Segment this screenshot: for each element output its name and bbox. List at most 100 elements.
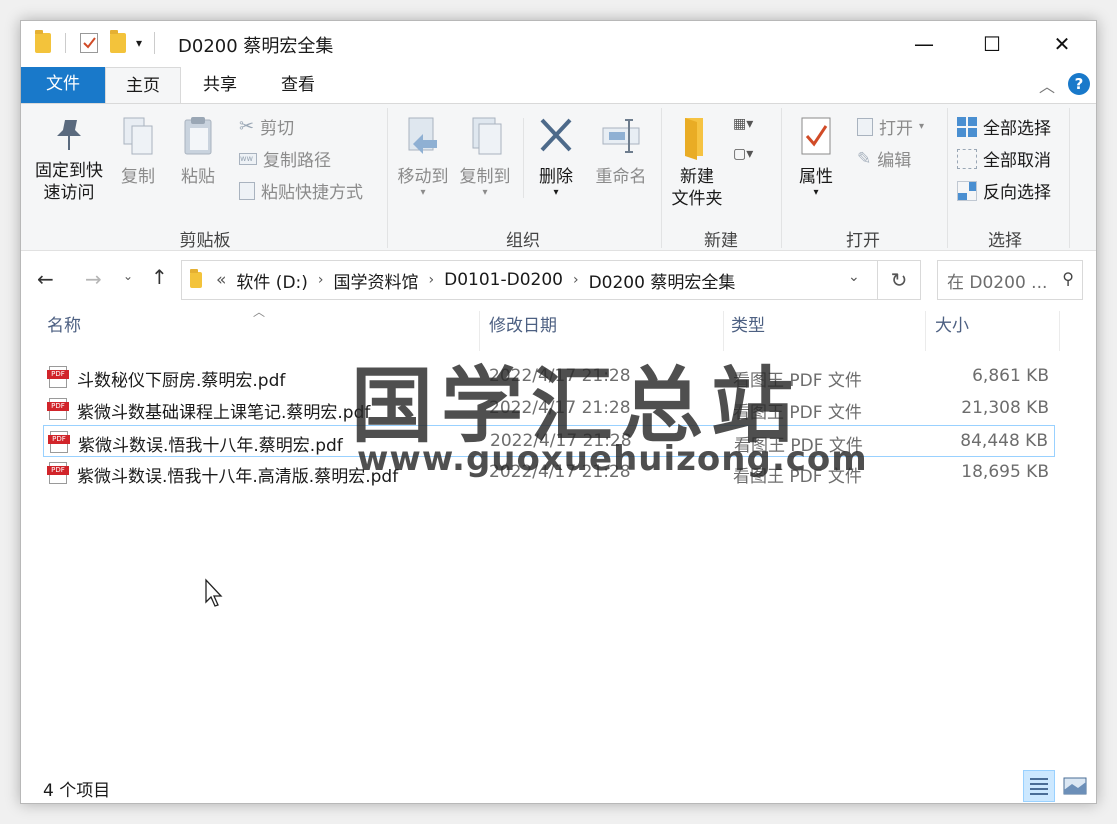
select-all-label: 全部选择	[983, 119, 1051, 139]
status-item-count: 4 个项目	[43, 781, 111, 801]
mouse-cursor-icon	[205, 578, 223, 607]
delete-x-icon	[540, 118, 572, 152]
pin-quick-access-button[interactable]: 固定到快 速访问	[29, 114, 109, 204]
folder-icon	[190, 269, 202, 288]
copy-to-label: 复制到	[459, 167, 511, 187]
tab-file[interactable]: 文件	[21, 67, 105, 103]
properties-check-icon[interactable]	[80, 33, 98, 53]
up-arrow-icon[interactable]: ↑	[151, 265, 168, 289]
forward-arrow-icon[interactable]: →	[85, 267, 102, 291]
select-none-button[interactable]: 全部取消	[957, 146, 1051, 171]
rename-icon	[602, 119, 640, 153]
properties-check-icon	[801, 117, 831, 155]
watermark-url: www.guoxuehuizong.com	[357, 439, 868, 479]
tab-view[interactable]: 查看	[265, 67, 331, 103]
open-icon	[857, 117, 873, 136]
group-separator	[387, 108, 388, 248]
breadcrumb-chevron-icon[interactable]: ›	[573, 272, 579, 288]
refresh-button[interactable]: ↻	[877, 260, 921, 300]
copy-path-button[interactable]: ww 复制路径	[239, 146, 331, 171]
details-view-icon	[1030, 778, 1048, 795]
group-label-clipboard: 剪贴板	[179, 231, 231, 251]
column-separator[interactable]	[925, 311, 926, 351]
column-header-name[interactable]: 名称	[47, 311, 81, 343]
paste-shortcut-button[interactable]: 粘贴快捷方式	[239, 178, 363, 203]
tab-home[interactable]: 主页	[105, 67, 181, 103]
new-folder-label-line2: 文件夹	[671, 189, 723, 209]
group-label-new: 新建	[704, 231, 738, 251]
copy-to-button[interactable]: 复制到 ▾	[455, 114, 515, 198]
new-folder-label-line1: 新建	[680, 167, 714, 187]
maximize-button[interactable]: ☐	[969, 27, 1015, 61]
breadcrumb-chevron-icon[interactable]: ›	[429, 272, 435, 288]
breadcrumb-chevron-icon[interactable]: ›	[318, 272, 324, 288]
file-size: 84,448 KB	[960, 431, 1048, 451]
column-header-size[interactable]: 大小	[935, 311, 969, 343]
sort-arrow-icon: ︿	[253, 305, 266, 319]
pdf-file-icon	[48, 431, 70, 453]
edit-button[interactable]: ✎ 编辑	[857, 146, 912, 172]
select-all-button[interactable]: 全部选择	[957, 114, 1051, 139]
rename-button[interactable]: 重命名	[589, 114, 653, 188]
divider	[65, 33, 66, 53]
delete-button[interactable]: 删除 ▾	[531, 114, 581, 198]
paste-label: 粘贴	[181, 167, 215, 187]
file-size: 6,861 KB	[972, 366, 1049, 386]
move-to-button[interactable]: 移动到 ▾	[393, 114, 453, 198]
folder-icon	[685, 118, 703, 160]
search-input[interactable]: 在 D0200 ...	[947, 268, 1047, 293]
quick-access-toolbar: ▾	[35, 30, 156, 54]
window-title: D0200 蔡明宏全集	[178, 36, 334, 57]
search-box[interactable]: 在 D0200 ... ⚲	[937, 260, 1083, 300]
divider	[523, 118, 524, 198]
customize-quick-access-icon[interactable]: ▾	[136, 36, 142, 50]
file-name[interactable]: 紫微斗数基础课程上课笔记.蔡明宏.pdf	[77, 398, 370, 423]
file-size: 18,695 KB	[961, 462, 1049, 482]
breadcrumb-item[interactable]: 国学资料馆	[334, 268, 419, 293]
address-dropdown-icon[interactable]: ⌄	[848, 269, 860, 285]
pdf-file-icon	[47, 366, 69, 388]
address-bar[interactable]: « 软件 (D:) › 国学资料馆 › D0101-D0200 › D0200 …	[181, 260, 878, 300]
copy-path-label: 复制路径	[263, 151, 331, 171]
column-separator[interactable]	[1059, 311, 1060, 351]
properties-label: 属性	[799, 167, 833, 187]
group-label-select: 选择	[988, 231, 1022, 251]
address-overflow[interactable]: «	[216, 270, 226, 290]
invert-selection-button[interactable]: 反向选择	[957, 178, 1051, 203]
new-item-icon[interactable]: ▦▾	[733, 116, 753, 132]
move-to-label: 移动到	[397, 167, 449, 187]
scissors-icon: ✂	[239, 116, 255, 137]
collapse-ribbon-icon[interactable]: ︿	[1039, 73, 1055, 97]
recent-locations-icon[interactable]: ⌄	[123, 269, 133, 283]
breadcrumb-item[interactable]: D0200 蔡明宏全集	[589, 268, 736, 293]
file-size: 21,308 KB	[961, 398, 1049, 418]
breadcrumb-item[interactable]: 软件 (D:)	[236, 268, 308, 293]
easy-access-icon[interactable]: ▢▾	[733, 146, 753, 162]
cut-button[interactable]: ✂ 剪切	[239, 114, 294, 139]
open-button[interactable]: 打开 ▾	[857, 114, 924, 139]
new-folder-button[interactable]: 新建 文件夹	[667, 114, 727, 210]
tab-share[interactable]: 共享	[187, 67, 253, 103]
new-folder-icon[interactable]	[110, 30, 126, 53]
file-name[interactable]: 紫微斗数误.悟我十八年.高清版.蔡明宏.pdf	[77, 462, 398, 487]
edit-label: 编辑	[877, 151, 912, 171]
invert-selection-label: 反向选择	[983, 183, 1051, 203]
copy-label: 复制	[121, 167, 155, 187]
pin-label-line2: 速访问	[43, 183, 95, 203]
back-arrow-icon[interactable]: ←	[37, 267, 54, 291]
file-name[interactable]: 斗数秘仪下厨房.蔡明宏.pdf	[77, 366, 285, 391]
help-icon[interactable]: ?	[1068, 73, 1090, 95]
copy-button[interactable]: 复制	[115, 114, 161, 188]
paste-button[interactable]: 粘贴	[175, 114, 221, 188]
pdf-file-icon	[47, 398, 69, 420]
group-label-open: 打开	[846, 231, 880, 251]
file-name[interactable]: 紫微斗数误.悟我十八年.蔡明宏.pdf	[78, 431, 343, 456]
large-icons-view-button[interactable]	[1059, 770, 1091, 802]
search-icon: ⚲	[1062, 269, 1074, 288]
minimize-button[interactable]: —	[901, 27, 947, 61]
details-view-button[interactable]	[1023, 770, 1055, 802]
breadcrumb-item[interactable]: D0101-D0200	[444, 270, 563, 290]
close-button[interactable]: ✕	[1039, 27, 1085, 61]
select-none-label: 全部取消	[983, 151, 1051, 171]
properties-button[interactable]: 属性 ▾	[791, 114, 841, 198]
